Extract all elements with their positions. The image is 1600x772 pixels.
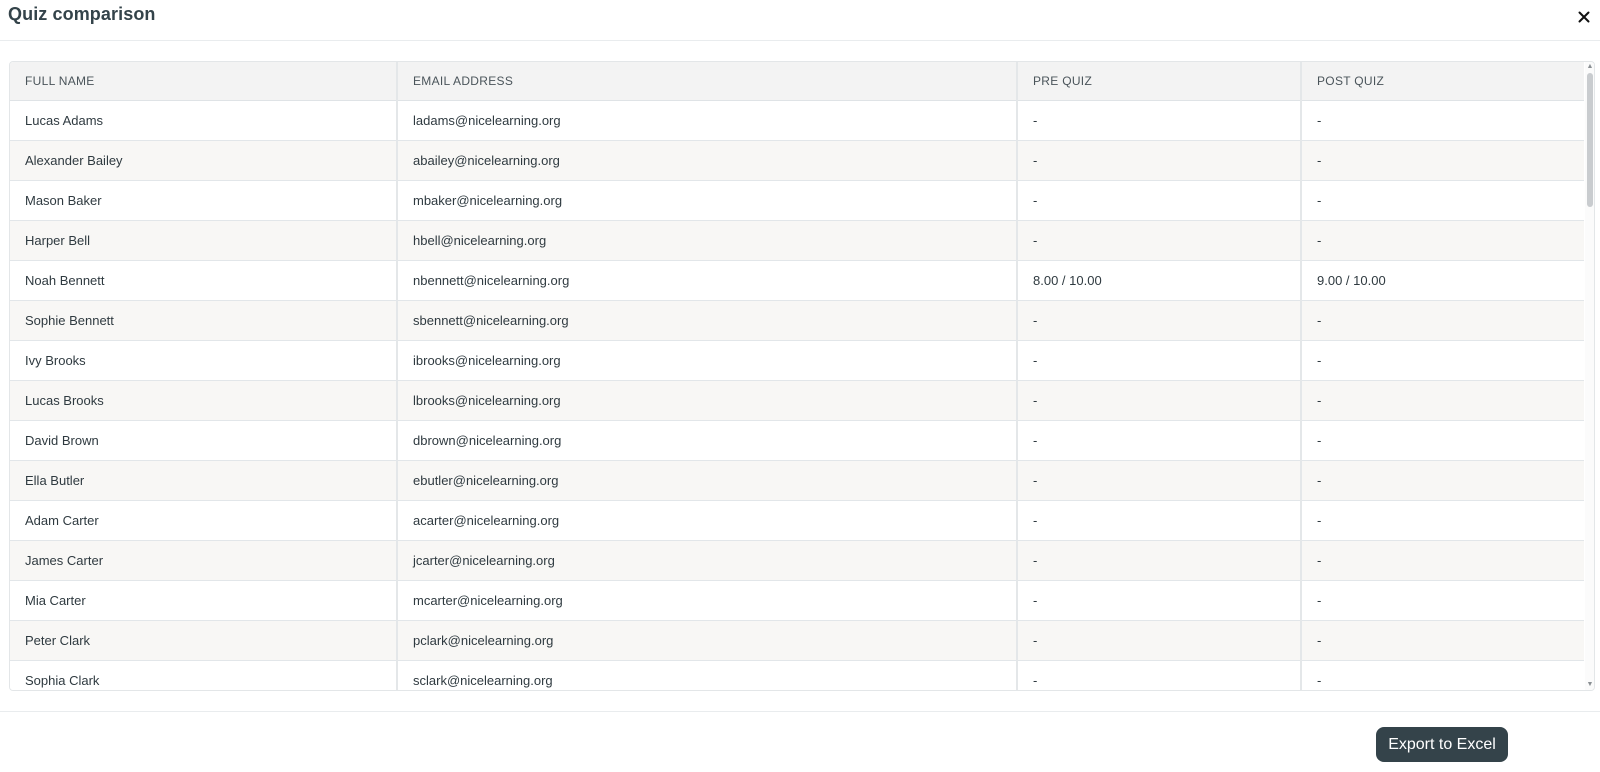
close-button[interactable] [1572, 5, 1596, 29]
cell-post-quiz: - [1301, 340, 1584, 381]
cell-full-name: Adam Carter [10, 500, 398, 541]
cell-email-address: ebutler@nicelearning.org [397, 460, 1018, 501]
table-row[interactable]: Ella Butler ebutler@nicelearning.org - - [10, 460, 1584, 501]
table-row[interactable]: Lucas Adams ladams@nicelearning.org - - [10, 100, 1584, 141]
cell-pre-quiz: - [1017, 300, 1302, 341]
cell-email-address: nbennett@nicelearning.org [397, 260, 1018, 301]
cell-pre-quiz: - [1017, 500, 1302, 541]
cell-pre-quiz: 8.00 / 10.00 [1017, 260, 1302, 301]
cell-pre-quiz: - [1017, 460, 1302, 501]
table-row[interactable]: Noah Bennett nbennett@nicelearning.org 8.0… [10, 260, 1584, 301]
column-header-full-name[interactable]: FULL NAME [10, 62, 398, 101]
cell-full-name: Mia Carter [10, 580, 398, 621]
cell-pre-quiz: - [1017, 100, 1302, 141]
cell-full-name: Noah Bennett [10, 260, 398, 301]
cell-email-address: jcarter@nicelearning.org [397, 540, 1018, 581]
cell-post-quiz: - [1301, 180, 1584, 221]
table-row[interactable]: David Brown dbrown@nicelearning.org - - [10, 420, 1584, 461]
close-icon [1578, 11, 1590, 23]
modal-title: Quiz comparison [8, 4, 156, 24]
cell-post-quiz: - [1301, 660, 1584, 690]
table-row[interactable]: Mason Baker mbaker@nicelearning.org - - [10, 180, 1584, 221]
table-row[interactable]: Peter Clark pclark@nicelearning.org - - [10, 620, 1584, 661]
column-header-email-address[interactable]: EMAIL ADDRESS [397, 62, 1018, 101]
cell-email-address: hbell@nicelearning.org [397, 220, 1018, 261]
table-row[interactable]: Alexander Bailey abailey@nicelearning.org… [10, 140, 1584, 181]
cell-email-address: ladams@nicelearning.org [397, 100, 1018, 141]
cell-post-quiz: - [1301, 300, 1584, 341]
cell-email-address: mbaker@nicelearning.org [397, 180, 1018, 221]
table-row[interactable]: James Carter jcarter@nicelearning.org - - [10, 540, 1584, 581]
table-body: Lucas Adams ladams@nicelearning.org - - Alex… [10, 100, 1584, 690]
quiz-comparison-modal: Quiz comparison FULL NAME EMAIL ADDRESS … [0, 0, 1600, 772]
table-row[interactable]: Sophie Bennett sbennett@nicelearning.org -… [10, 300, 1584, 341]
cell-pre-quiz: - [1017, 180, 1302, 221]
cell-full-name: Lucas Adams [10, 100, 398, 141]
cell-email-address: mcarter@nicelearning.org [397, 580, 1018, 621]
cell-email-address: ibrooks@nicelearning.org [397, 340, 1018, 381]
cell-email-address: acarter@nicelearning.org [397, 500, 1018, 541]
cell-email-address: lbrooks@nicelearning.org [397, 380, 1018, 421]
cell-full-name: Sophia Clark [10, 660, 398, 690]
cell-post-quiz: - [1301, 100, 1584, 141]
scrollbar-thumb[interactable] [1587, 73, 1593, 207]
cell-post-quiz: - [1301, 580, 1584, 621]
table-row[interactable]: Adam Carter acarter@nicelearning.org - - [10, 500, 1584, 541]
table-row[interactable]: Harper Bell hbell@nicelearning.org - - [10, 220, 1584, 261]
cell-post-quiz: - [1301, 420, 1584, 461]
cell-full-name: Sophie Bennett [10, 300, 398, 341]
cell-post-quiz: - [1301, 460, 1584, 501]
modal-header: Quiz comparison [0, 0, 1600, 41]
cell-post-quiz: 9.00 / 10.00 [1301, 260, 1584, 301]
column-header-post-quiz[interactable]: POST QUIZ [1301, 62, 1584, 101]
modal-footer: Export to Excel [0, 711, 1600, 772]
cell-email-address: dbrown@nicelearning.org [397, 420, 1018, 461]
cell-full-name: Lucas Brooks [10, 380, 398, 421]
column-header-pre-quiz[interactable]: PRE QUIZ [1017, 62, 1302, 101]
cell-post-quiz: - [1301, 540, 1584, 581]
table-row[interactable]: Lucas Brooks lbrooks@nicelearning.org - - [10, 380, 1584, 421]
cell-email-address: abailey@nicelearning.org [397, 140, 1018, 181]
table-row[interactable]: Sophia Clark sclark@nicelearning.org - - [10, 660, 1584, 690]
cell-email-address: pclark@nicelearning.org [397, 620, 1018, 661]
cell-pre-quiz: - [1017, 220, 1302, 261]
table-row[interactable]: Mia Carter mcarter@nicelearning.org - - [10, 580, 1584, 621]
scroll-down-arrow-icon[interactable]: ▼ [1586, 681, 1594, 689]
cell-full-name: Ivy Brooks [10, 340, 398, 381]
cell-pre-quiz: - [1017, 140, 1302, 181]
quiz-table: FULL NAME EMAIL ADDRESS PRE QUIZ POST QU… [10, 62, 1584, 690]
cell-full-name: Alexander Bailey [10, 140, 398, 181]
quiz-table-container: FULL NAME EMAIL ADDRESS PRE QUIZ POST QU… [9, 61, 1595, 691]
cell-full-name: Harper Bell [10, 220, 398, 261]
quiz-table-scroll-area[interactable]: FULL NAME EMAIL ADDRESS PRE QUIZ POST QU… [10, 62, 1584, 690]
cell-post-quiz: - [1301, 500, 1584, 541]
table-header-row: FULL NAME EMAIL ADDRESS PRE QUIZ POST QU… [10, 62, 1584, 101]
scroll-up-arrow-icon[interactable]: ▲ [1586, 63, 1594, 71]
cell-email-address: sclark@nicelearning.org [397, 660, 1018, 690]
cell-full-name: Ella Butler [10, 460, 398, 501]
cell-pre-quiz: - [1017, 580, 1302, 621]
cell-full-name: Mason Baker [10, 180, 398, 221]
cell-post-quiz: - [1301, 140, 1584, 181]
cell-full-name: David Brown [10, 420, 398, 461]
cell-pre-quiz: - [1017, 660, 1302, 690]
cell-full-name: Peter Clark [10, 620, 398, 661]
cell-post-quiz: - [1301, 220, 1584, 261]
cell-pre-quiz: - [1017, 340, 1302, 381]
export-to-excel-button[interactable]: Export to Excel [1376, 727, 1508, 762]
cell-full-name: James Carter [10, 540, 398, 581]
cell-pre-quiz: - [1017, 380, 1302, 421]
cell-pre-quiz: - [1017, 620, 1302, 661]
table-row[interactable]: Ivy Brooks ibrooks@nicelearning.org - - [10, 340, 1584, 381]
cell-email-address: sbennett@nicelearning.org [397, 300, 1018, 341]
vertical-scrollbar[interactable]: ▲ ▼ [1585, 62, 1594, 690]
cell-pre-quiz: - [1017, 420, 1302, 461]
cell-post-quiz: - [1301, 620, 1584, 661]
cell-post-quiz: - [1301, 380, 1584, 421]
cell-pre-quiz: - [1017, 540, 1302, 581]
